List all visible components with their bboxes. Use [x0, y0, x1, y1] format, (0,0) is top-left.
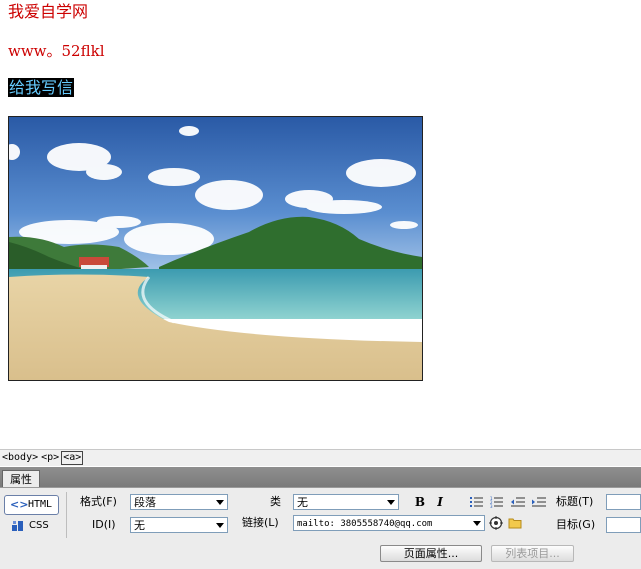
panel-divider: [66, 492, 67, 538]
page-properties-button[interactable]: 页面属性...: [380, 545, 482, 562]
outdent-icon[interactable]: [511, 496, 525, 508]
tag-body[interactable]: <body>: [1, 450, 39, 465]
id-select[interactable]: 无: [130, 517, 228, 533]
beach-image: [9, 117, 422, 380]
class-value: 无: [297, 496, 308, 509]
link-input[interactable]: mailto: 3805558740@qq.com: [293, 515, 485, 531]
italic-button[interactable]: I: [432, 495, 448, 509]
id-value: 无: [134, 519, 145, 532]
unordered-list-icon[interactable]: [470, 496, 484, 508]
chevron-down-icon: [216, 500, 224, 505]
site-url: www。52flkl: [8, 42, 105, 60]
chevron-down-icon: [387, 500, 395, 505]
html-mode-button[interactable]: <> HTML: [4, 495, 59, 515]
title-input[interactable]: [606, 494, 641, 510]
browse-folder-icon[interactable]: [508, 516, 522, 530]
class-select[interactable]: 无: [293, 494, 399, 510]
tag-a[interactable]: <a>: [61, 451, 84, 465]
format-value: 段落: [134, 496, 156, 509]
id-label: ID(I): [92, 518, 116, 531]
code-brackets-icon: <>: [10, 498, 29, 511]
bold-button[interactable]: B: [412, 495, 428, 509]
css-mode-label: CSS: [29, 520, 49, 531]
chevron-down-icon: [216, 523, 224, 528]
tag-selector-bar: <body> <p> <a>: [0, 449, 641, 466]
link-label: 链接(L): [242, 516, 279, 529]
site-title: 我爱自学网: [8, 2, 89, 21]
class-label: 类: [270, 495, 281, 508]
link-value: mailto: 3805558740@qq.com: [297, 519, 433, 529]
properties-panel: <> HTML CSS 格式(F) 段落 ID(I) 无 类 无 链接(L) m…: [0, 487, 641, 569]
beach-photo[interactable]: [8, 116, 423, 381]
format-select[interactable]: 段落: [130, 494, 228, 510]
tab-properties[interactable]: 属性: [2, 470, 40, 488]
svg-text:3: 3: [490, 504, 493, 508]
title-label: 标题(T): [556, 495, 594, 508]
format-label: 格式(F): [80, 495, 117, 508]
target-input[interactable]: [606, 517, 641, 533]
panel-tab-bar: 属性: [0, 467, 641, 488]
css-mode-button[interactable]: CSS: [12, 518, 57, 534]
list-item-button[interactable]: 列表项目...: [491, 545, 574, 562]
tag-p[interactable]: <p>: [40, 450, 60, 465]
html-mode-label: HTML: [28, 499, 53, 510]
point-to-file-icon[interactable]: [489, 516, 503, 530]
chevron-down-icon: [473, 521, 481, 526]
ordered-list-icon[interactable]: 1 2 3: [490, 496, 504, 508]
css-blocks-icon: [12, 521, 23, 531]
target-label: 目标(G): [556, 518, 596, 531]
mail-link[interactable]: 给我写信: [8, 78, 75, 97]
indent-icon[interactable]: [532, 496, 546, 508]
